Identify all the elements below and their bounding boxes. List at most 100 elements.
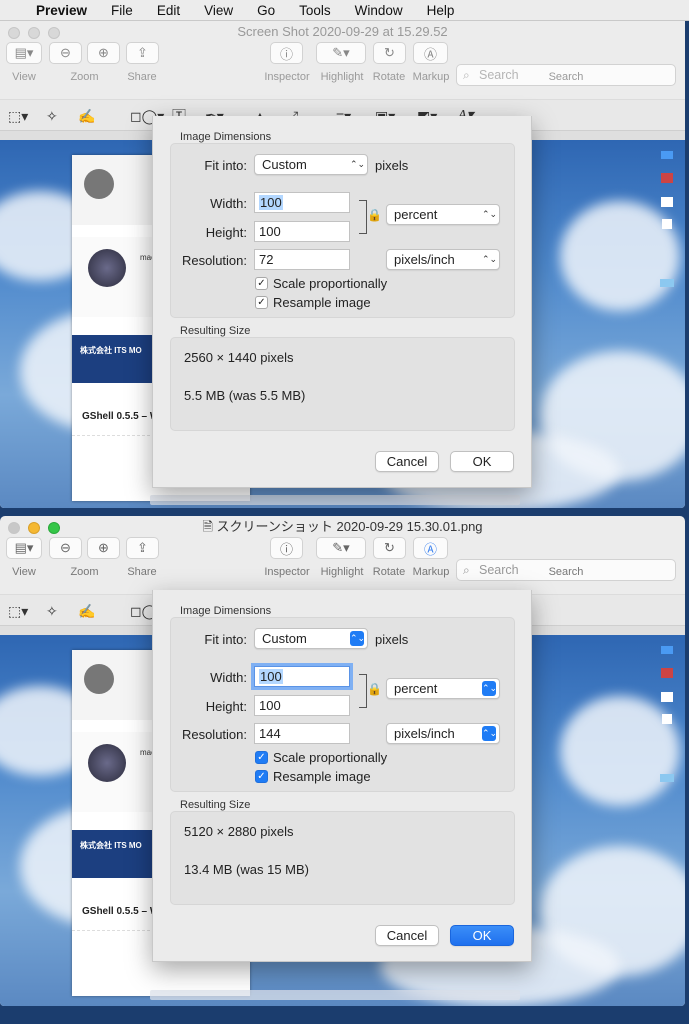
width-field[interactable]: 100 (254, 666, 350, 687)
window-title-text: スクリーンショット 2020-09-29 15.30.01.png (216, 519, 483, 534)
menu-app-name[interactable]: Preview (30, 3, 99, 18)
resample-checkbox[interactable]: ✓ Resample image (255, 295, 371, 310)
rotate-label: Rotate (372, 71, 406, 83)
lock-icon[interactable]: 🔒 (367, 682, 382, 696)
fit-into-select[interactable]: Custom ⌃⌄ (254, 154, 368, 175)
markup-button[interactable]: Ⓐ (413, 537, 448, 559)
resolution-label: Resolution: (181, 727, 247, 742)
toolbar: ▤▾ View ⊖ ⊕ Zoom ⇪ Share ⓘ Inspector ✎▾ … (0, 537, 685, 594)
menu-view[interactable]: View (192, 3, 245, 18)
chevron-updown-icon: ⌃⌄ (350, 159, 366, 169)
highlighter-icon: ✎▾ (332, 45, 350, 60)
preview-window-inactive: Screen Shot 2020-09-29 at 15.29.52 ▤▾ Vi… (0, 21, 685, 508)
height-field[interactable]: 100 (254, 221, 350, 242)
scale-label: Scale proportionally (273, 276, 388, 291)
rotate-button[interactable]: ↻ (373, 537, 406, 559)
zoom-out-button[interactable]: ⊖ (49, 537, 82, 559)
resolution-field[interactable]: 72 (254, 249, 350, 270)
rotate-icon: ↻ (384, 45, 395, 60)
info-icon: ⓘ (279, 46, 293, 62)
inspector-label: Inspector (264, 71, 310, 83)
close-window-button[interactable] (8, 27, 20, 39)
share-button[interactable]: ⇪ (126, 42, 159, 64)
zoom-in-button[interactable]: ⊕ (87, 42, 120, 64)
menu-help[interactable]: Help (415, 3, 467, 18)
resolution-value: 144 (259, 726, 281, 741)
view-label: View (12, 566, 36, 578)
fit-label: Fit into: (204, 158, 247, 173)
zoom-in-button[interactable]: ⊕ (87, 537, 120, 559)
fit-value: Custom (262, 157, 307, 172)
cancel-button[interactable]: Cancel (375, 451, 439, 472)
selection-tool-icon[interactable]: ⬚▾ (8, 602, 28, 620)
sidebar-toggle-button[interactable]: ▤▾ (6, 537, 42, 559)
scale-checkbox[interactable]: ✓ Scale proportionally (255, 276, 387, 291)
inspector-button[interactable]: ⓘ (270, 42, 303, 64)
highlight-label: Highlight (320, 71, 364, 83)
markup-button[interactable]: Ⓐ (413, 42, 448, 64)
width-label: Width: (210, 196, 247, 211)
inspector-button[interactable]: ⓘ (270, 537, 303, 559)
link-bracket (359, 200, 367, 234)
bg-headline: GShell 0.5.5 – W (82, 411, 160, 422)
dims-title: Image Dimensions (180, 605, 272, 617)
rotate-icon: ↻ (384, 540, 395, 555)
menu-edit[interactable]: Edit (145, 3, 192, 18)
unit-select[interactable]: percent ⌃⌄ (386, 678, 500, 699)
search-label: Search (548, 71, 584, 83)
resolution-unit-select[interactable]: pixels/inch ⌃⌄ (386, 723, 500, 744)
zoom-in-icon: ⊕ (98, 540, 109, 555)
bg-company: 株式会社 ITS MO (80, 346, 142, 355)
cancel-button[interactable]: Cancel (375, 925, 439, 946)
resample-label: Resample image (273, 295, 371, 310)
sketch-icon[interactable]: ✍ (78, 602, 95, 620)
instant-alpha-icon[interactable]: ✧ (46, 602, 58, 620)
sketch-icon[interactable]: ✍ (78, 107, 95, 125)
instant-alpha-icon[interactable]: ✧ (46, 107, 58, 125)
height-label: Height: (205, 225, 247, 240)
lock-icon[interactable]: 🔒 (367, 208, 382, 222)
screenshot-dock (150, 495, 520, 505)
zoom-out-icon: ⊖ (60, 540, 71, 555)
highlight-button[interactable]: ✎▾ (316, 537, 366, 559)
fullscreen-window-button[interactable] (48, 27, 60, 39)
resolution-field[interactable]: 144 (254, 723, 350, 744)
height-field[interactable]: 100 (254, 695, 350, 716)
ok-button[interactable]: OK (450, 925, 514, 946)
minimize-window-button[interactable] (28, 27, 40, 39)
screenshot-dock (150, 990, 520, 1000)
fit-value: Custom (262, 631, 307, 646)
resample-checkbox[interactable]: ✓ Resample image (255, 769, 371, 784)
unit-value: percent (394, 681, 438, 696)
markup-pen-icon: Ⓐ (423, 541, 437, 557)
menu-tools[interactable]: Tools (287, 3, 343, 18)
highlight-button[interactable]: ✎▾ (316, 42, 366, 64)
chevron-updown-icon: ⌃⌄ (482, 254, 498, 264)
unit-value: percent (394, 207, 438, 222)
width-field[interactable]: 100 (254, 192, 350, 213)
fullscreen-window-button[interactable] (48, 522, 60, 534)
inspector-label: Inspector (264, 566, 310, 578)
markup-pen-icon: Ⓐ (423, 46, 437, 62)
zoom-out-button[interactable]: ⊖ (49, 42, 82, 64)
resolution-unit-select[interactable]: pixels/inch ⌃⌄ (386, 249, 500, 270)
rotate-label: Rotate (372, 566, 406, 578)
selection-tool-icon[interactable]: ⬚▾ (8, 107, 28, 125)
share-button[interactable]: ⇪ (126, 537, 159, 559)
width-value: 100 (259, 195, 283, 210)
menu-file[interactable]: File (99, 3, 145, 18)
toolbar: ▤▾ View ⊖ ⊕ Zoom ⇪ Share ⓘ Inspector ✎▾ … (0, 42, 685, 99)
sidebar-toggle-button[interactable]: ▤▾ (6, 42, 42, 64)
info-icon: ⓘ (279, 541, 293, 557)
highlighter-icon: ✎▾ (332, 540, 350, 555)
minimize-window-button[interactable] (28, 522, 40, 534)
scale-checkbox[interactable]: ✓ Scale proportionally (255, 750, 387, 765)
share-icon: ⇪ (137, 45, 148, 60)
fit-into-select[interactable]: Custom ⌃⌄ (254, 628, 368, 649)
rotate-button[interactable]: ↻ (373, 42, 406, 64)
ok-button[interactable]: OK (450, 451, 514, 472)
unit-select[interactable]: percent ⌃⌄ (386, 204, 500, 225)
menu-go[interactable]: Go (245, 3, 287, 18)
close-window-button[interactable] (8, 522, 20, 534)
menu-window[interactable]: Window (343, 3, 415, 18)
